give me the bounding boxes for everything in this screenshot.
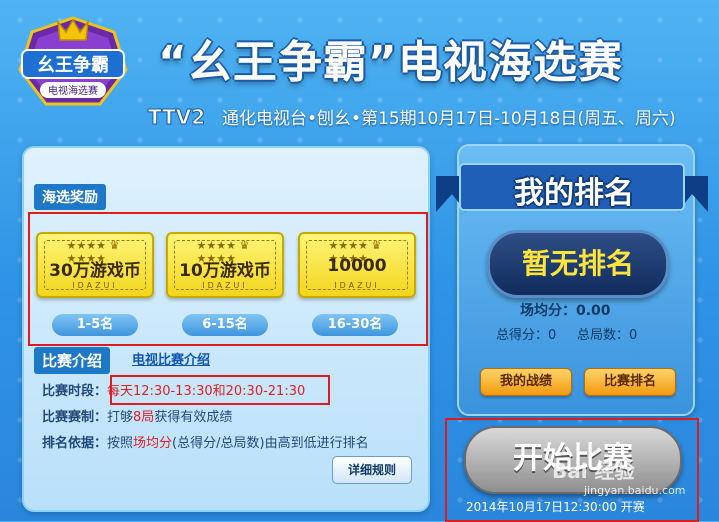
logo-subtext: 电视海选赛 <box>48 84 98 97</box>
prize-card-3: ★★★★ ♛ ★★★★ 10000 IDAZUI <box>298 232 416 298</box>
logo-text: 幺王争霸 <box>37 54 109 76</box>
start-time: 2014年10月17日12:30:00 开赛 <box>466 500 645 514</box>
prize-rank-1: 1-5名 <box>52 314 138 336</box>
time-value: 每天12:30-13:30和20:30-21:30 <box>107 384 306 399</box>
match-rank-button[interactable]: 比赛排名 <box>584 368 676 396</box>
score-stats: 总得分：0 总局数：0 <box>496 328 638 343</box>
watermark: Bai 经验 <box>552 459 635 483</box>
event-subtitle: 通化电视台•刨幺•第15期10月17日-10月18日(周五、周六) <box>222 109 676 129</box>
my-record-button[interactable]: 我的战绩 <box>480 368 572 396</box>
rule-row: 比赛赛制：打够8局获得有效成绩 <box>42 410 233 425</box>
svg-text:TTV2: TTV2 <box>148 105 205 128</box>
prize-rank-3: 16-30名 <box>312 314 398 336</box>
basis-row: 排名依据：按照场均分(总得分/总局数)由高到低进行排名 <box>42 436 369 451</box>
prize-rank-2: 6-15名 <box>182 314 268 336</box>
event-logo: 幺王争霸 电视海选赛 <box>18 16 128 106</box>
average-score: 场均分：0.00 <box>520 303 611 319</box>
page-title: “幺王争霸”电视海选赛 <box>158 37 623 88</box>
intro-heading: 比赛介绍 <box>34 347 111 374</box>
time-row: 比赛时段：每天12:30-13:30和20:30-21:30 <box>42 384 306 399</box>
my-rank-title: 我的排名 <box>514 176 634 211</box>
tv-intro-link[interactable]: 电视比赛介绍 <box>132 349 210 368</box>
detail-rules-button[interactable]: 详细规则 <box>332 456 412 484</box>
prize-card-1: ★★★★ ♛ ★★★★ 30万游戏币 IDAZUI <box>36 232 154 298</box>
prize-card-2: ★★★★ ♛ ★★★★ 10万游戏币 IDAZUI <box>166 232 284 298</box>
rank-status: 暂无排名 <box>487 230 669 298</box>
prizes-heading: 海选奖励 <box>34 184 106 210</box>
watermark-url: jingyan.baidu.com <box>584 484 686 497</box>
ttv-logo: TTV2 <box>148 105 206 129</box>
